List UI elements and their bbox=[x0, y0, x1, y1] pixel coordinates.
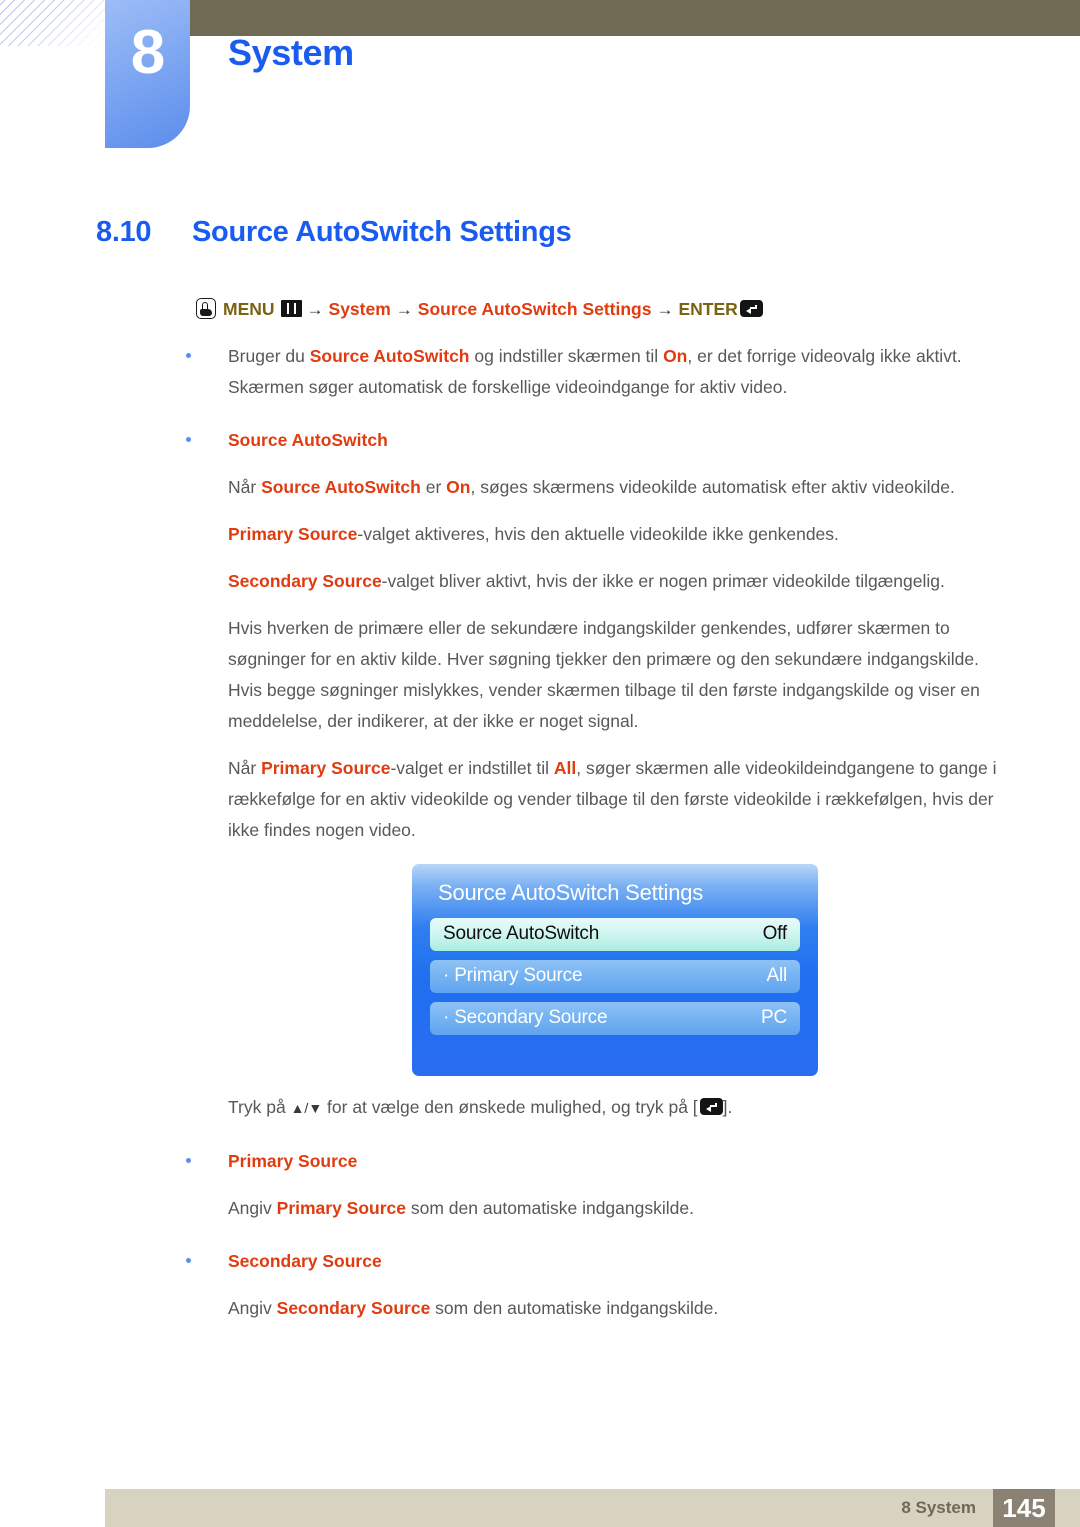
p7-pre: Angiv bbox=[228, 1297, 277, 1318]
section-number: 8.10 bbox=[96, 216, 152, 248]
bullet-item-source-autoswitch: Source AutoSwitch bbox=[0, 425, 1080, 456]
p1-post: , søges skærmens videokilde automatisk e… bbox=[470, 476, 955, 497]
term-source-autoswitch: Source AutoSwitch bbox=[261, 476, 421, 497]
enter-key-icon bbox=[739, 300, 763, 317]
section-heading: 8.10 Source AutoSwitch Settings bbox=[96, 216, 572, 249]
bullet-heading-source-autoswitch: Source AutoSwitch bbox=[228, 429, 388, 450]
paragraph-autoswitch-on: Når Source AutoSwitch er On, søges skærm… bbox=[0, 472, 1080, 503]
term-on: On bbox=[446, 476, 471, 497]
bullet-dot bbox=[186, 1157, 191, 1163]
bullet-dot bbox=[186, 352, 191, 358]
bullet-heading-secondary-source: Secondary Source bbox=[228, 1250, 382, 1271]
term-primary-source: Primary Source bbox=[261, 757, 391, 778]
paragraph-secondary-desc: Angiv Secondary Source som den automatis… bbox=[0, 1293, 1080, 1324]
bullet-item-primary-source: Primary Source bbox=[0, 1146, 1080, 1177]
bullet-item-intro: Bruger du Source AutoSwitch og indstille… bbox=[0, 341, 1080, 403]
footer-page-number: 145 bbox=[993, 1489, 1055, 1527]
path-enter-label: ENTER bbox=[678, 299, 738, 319]
p6-pre: Angiv bbox=[228, 1197, 277, 1218]
footer-chapter-label: 8 System bbox=[901, 1498, 976, 1517]
intro-pre: Bruger du bbox=[228, 345, 310, 366]
hatch-decoration bbox=[0, 0, 108, 46]
chapter-title: System bbox=[228, 32, 354, 73]
paragraph-primary-all: Når Primary Source-valget er indstillet … bbox=[0, 753, 1080, 846]
paragraph-search-behaviour: Hvis hverken de primære eller de sekundæ… bbox=[228, 617, 980, 731]
term-all: All bbox=[553, 757, 577, 778]
p2-post: -valget aktiveres, hvis den aktuelle vid… bbox=[357, 523, 839, 544]
p5-mid: -valget er indstillet til bbox=[390, 757, 554, 778]
page-content: MENU → System → Source AutoSwitch Settings → E… bbox=[0, 296, 1080, 1324]
term-on: On bbox=[663, 345, 688, 366]
chapter-number: 8 bbox=[130, 18, 165, 87]
olive-header-bar bbox=[190, 0, 1080, 36]
osd-row-value: PC bbox=[761, 1007, 787, 1028]
term-source-autoswitch: Source AutoSwitch bbox=[309, 345, 470, 366]
p7-post: som den automatiske indgangskilde. bbox=[430, 1297, 719, 1318]
hand-button-icon bbox=[196, 298, 216, 319]
menu-label: MENU bbox=[223, 299, 275, 319]
section-title: Source AutoSwitch Settings bbox=[192, 216, 572, 248]
osd-row-secondary-source[interactable]: · Secondary Source PC bbox=[430, 1001, 800, 1035]
p6-post: som den automatiske indgangskilde. bbox=[406, 1197, 694, 1218]
term-primary-source: Primary Source bbox=[276, 1197, 407, 1218]
osd-row-value: All bbox=[766, 965, 787, 986]
osd-row-value: Off bbox=[762, 923, 788, 944]
bullet-intro-text: Bruger du Source AutoSwitch og indstille… bbox=[228, 341, 1080, 403]
osd-panel: Source AutoSwitch Settings Source AutoSw… bbox=[412, 863, 818, 1076]
osd-row-label: · Primary Source bbox=[443, 965, 583, 986]
menu-grid-icon bbox=[280, 300, 302, 317]
intro-mid: og indstiller skærmen til bbox=[469, 345, 664, 366]
osd-figure: Source AutoSwitch Settings Source AutoSw… bbox=[0, 863, 1080, 1076]
bullet-dot bbox=[186, 436, 191, 442]
arrow-up-icon: ▲ bbox=[290, 1099, 305, 1116]
osd-title: Source AutoSwitch Settings bbox=[438, 879, 704, 905]
path-item-source-autoswitch-settings: Source AutoSwitch Settings bbox=[417, 299, 652, 319]
path-item-system: System bbox=[328, 299, 391, 319]
term-secondary-source: Secondary Source bbox=[276, 1297, 431, 1318]
caption-pre: Tryk på bbox=[228, 1096, 291, 1117]
path-arrow-1: → bbox=[306, 300, 324, 319]
p1-mid: er bbox=[420, 476, 447, 497]
menu-path: MENU → System → Source AutoSwitch Settings → E… bbox=[0, 296, 1080, 323]
caption-mid: for at vælge den ønskede mulighed, og tr… bbox=[322, 1096, 698, 1117]
enter-key-icon bbox=[699, 1097, 723, 1115]
osd-row-primary-source[interactable]: · Primary Source All bbox=[430, 959, 800, 993]
bullet-item-secondary-source: Secondary Source bbox=[0, 1246, 1080, 1277]
chapter-tab: 8 bbox=[105, 0, 190, 148]
term-primary-source: Primary Source bbox=[228, 523, 358, 544]
path-arrow-2: → bbox=[395, 300, 413, 319]
path-arrow-3: → bbox=[656, 300, 674, 319]
osd-row-label: Source AutoSwitch bbox=[443, 923, 600, 944]
p3-post: -valget bliver aktivt, hvis der ikke er … bbox=[381, 570, 945, 591]
p5-pre: Når bbox=[228, 757, 262, 778]
bullet-heading-primary-source: Primary Source bbox=[228, 1150, 358, 1171]
osd-row-label: · Secondary Source bbox=[443, 1007, 608, 1028]
paragraph-primary-source: Primary Source-valget aktiveres, hvis de… bbox=[0, 519, 1080, 550]
osd-caption: Tryk på ▲/▼ for at vælge den ønskede mul… bbox=[0, 1092, 1080, 1124]
caption-post: ]. bbox=[722, 1096, 733, 1117]
term-secondary-source: Secondary Source bbox=[228, 570, 382, 591]
footer-bar: 8 System 145 bbox=[105, 1489, 1080, 1527]
arrow-down-icon: ▼ bbox=[308, 1099, 323, 1116]
bullet-dot bbox=[186, 1257, 191, 1263]
paragraph-secondary-source: Secondary Source-valget bliver aktivt, h… bbox=[0, 566, 1080, 597]
p1-pre: Når bbox=[228, 476, 262, 497]
paragraph-primary-desc: Angiv Primary Source som den automatiske… bbox=[0, 1193, 1080, 1224]
osd-row-source-autoswitch[interactable]: Source AutoSwitch Off bbox=[430, 917, 800, 951]
